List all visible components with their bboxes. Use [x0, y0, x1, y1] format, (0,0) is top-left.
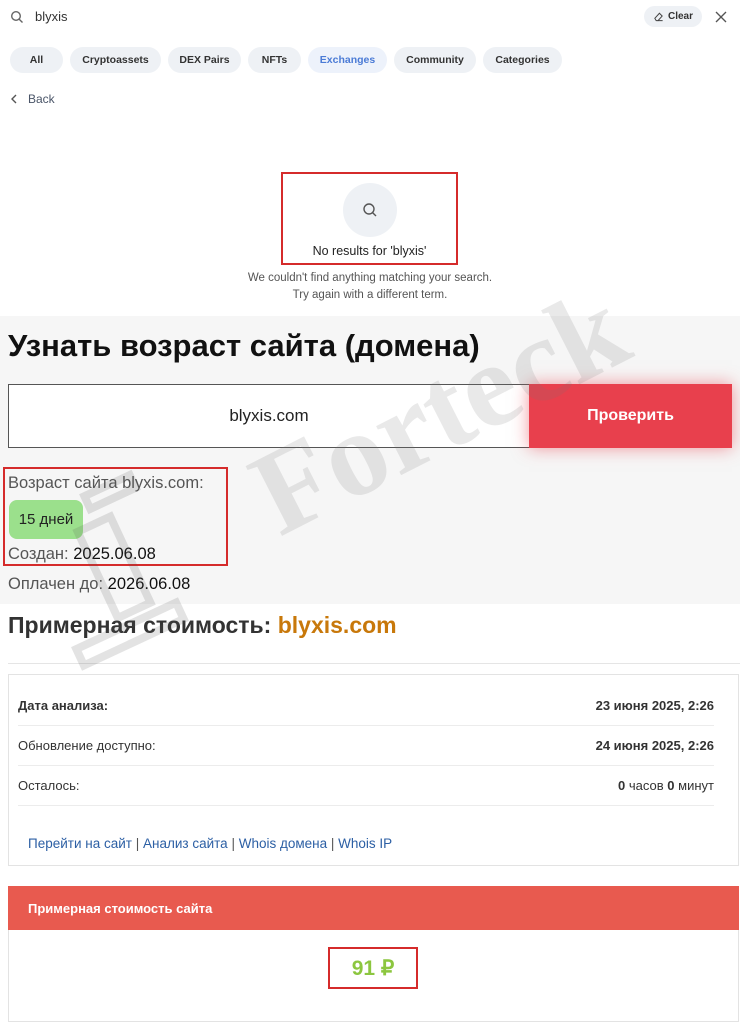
tab-dex-pairs[interactable]: DEX Pairs — [168, 47, 241, 73]
analysis-date-row: Дата анализа: 23 июня 2025, 2:26 — [18, 686, 714, 726]
clear-label: Clear — [667, 11, 693, 22]
search-icon — [363, 203, 377, 217]
no-results-title: No results for 'blyxis' — [312, 244, 427, 258]
back-label: Back — [28, 92, 55, 106]
eraser-icon — [654, 12, 663, 22]
link-go-to-site[interactable]: Перейти на сайт — [28, 836, 132, 851]
back-link[interactable]: Back — [10, 92, 55, 106]
page-title: Узнать возраст сайта (домена) — [8, 328, 480, 363]
tab-nfts[interactable]: NFTs — [248, 47, 301, 73]
no-results-message: We couldn't find anything matching your … — [247, 272, 493, 301]
tab-cryptoassets[interactable]: Cryptoassets — [70, 47, 161, 73]
tab-all[interactable]: All — [10, 47, 63, 73]
price-header: Примерная стоимость сайта — [8, 886, 739, 930]
close-icon[interactable] — [714, 10, 728, 24]
age-badge: 15 дней — [9, 500, 83, 539]
cost-title: Примерная стоимость: blyxis.com — [8, 612, 397, 638]
domain-input[interactable]: blyxis.com — [8, 384, 530, 448]
check-button[interactable]: Проверить — [529, 384, 732, 448]
age-label: Возраст сайта blyxis.com: — [8, 474, 204, 492]
remaining-row: Осталось: 0 часов 0 минут — [18, 766, 714, 806]
cost-domain: blyxis.com — [277, 612, 397, 638]
paid-until-date: Оплачен до: 2026.06.08 — [8, 575, 191, 593]
site-links: Перейти на сайт | Анализ сайта | Whois д… — [28, 836, 393, 851]
clear-button[interactable]: Clear — [644, 6, 702, 27]
search-bar[interactable]: blyxis Clear — [0, 0, 740, 36]
tab-categories[interactable]: Categories — [483, 47, 562, 73]
divider — [8, 663, 740, 664]
search-icon — [10, 10, 23, 23]
tab-exchanges[interactable]: Exchanges — [308, 47, 387, 73]
search-input[interactable]: blyxis — [35, 9, 68, 24]
link-site-analysis[interactable]: Анализ сайта — [143, 836, 228, 851]
tab-community[interactable]: Community — [394, 47, 476, 73]
category-tabs: All Cryptoassets DEX Pairs NFTs Exchange… — [10, 47, 562, 73]
empty-state-icon-circle — [343, 183, 397, 237]
link-whois-ip[interactable]: Whois IP — [338, 836, 392, 851]
remaining-value: 0 часов 0 минут — [618, 778, 714, 793]
update-available-row: Обновление доступно: 24 июня 2025, 2:26 — [18, 726, 714, 766]
link-whois-domain[interactable]: Whois домена — [239, 836, 327, 851]
created-date: Создан: 2025.06.08 — [8, 545, 156, 563]
chevron-left-icon — [11, 94, 17, 104]
price-value: 91 ₽ — [328, 947, 418, 989]
